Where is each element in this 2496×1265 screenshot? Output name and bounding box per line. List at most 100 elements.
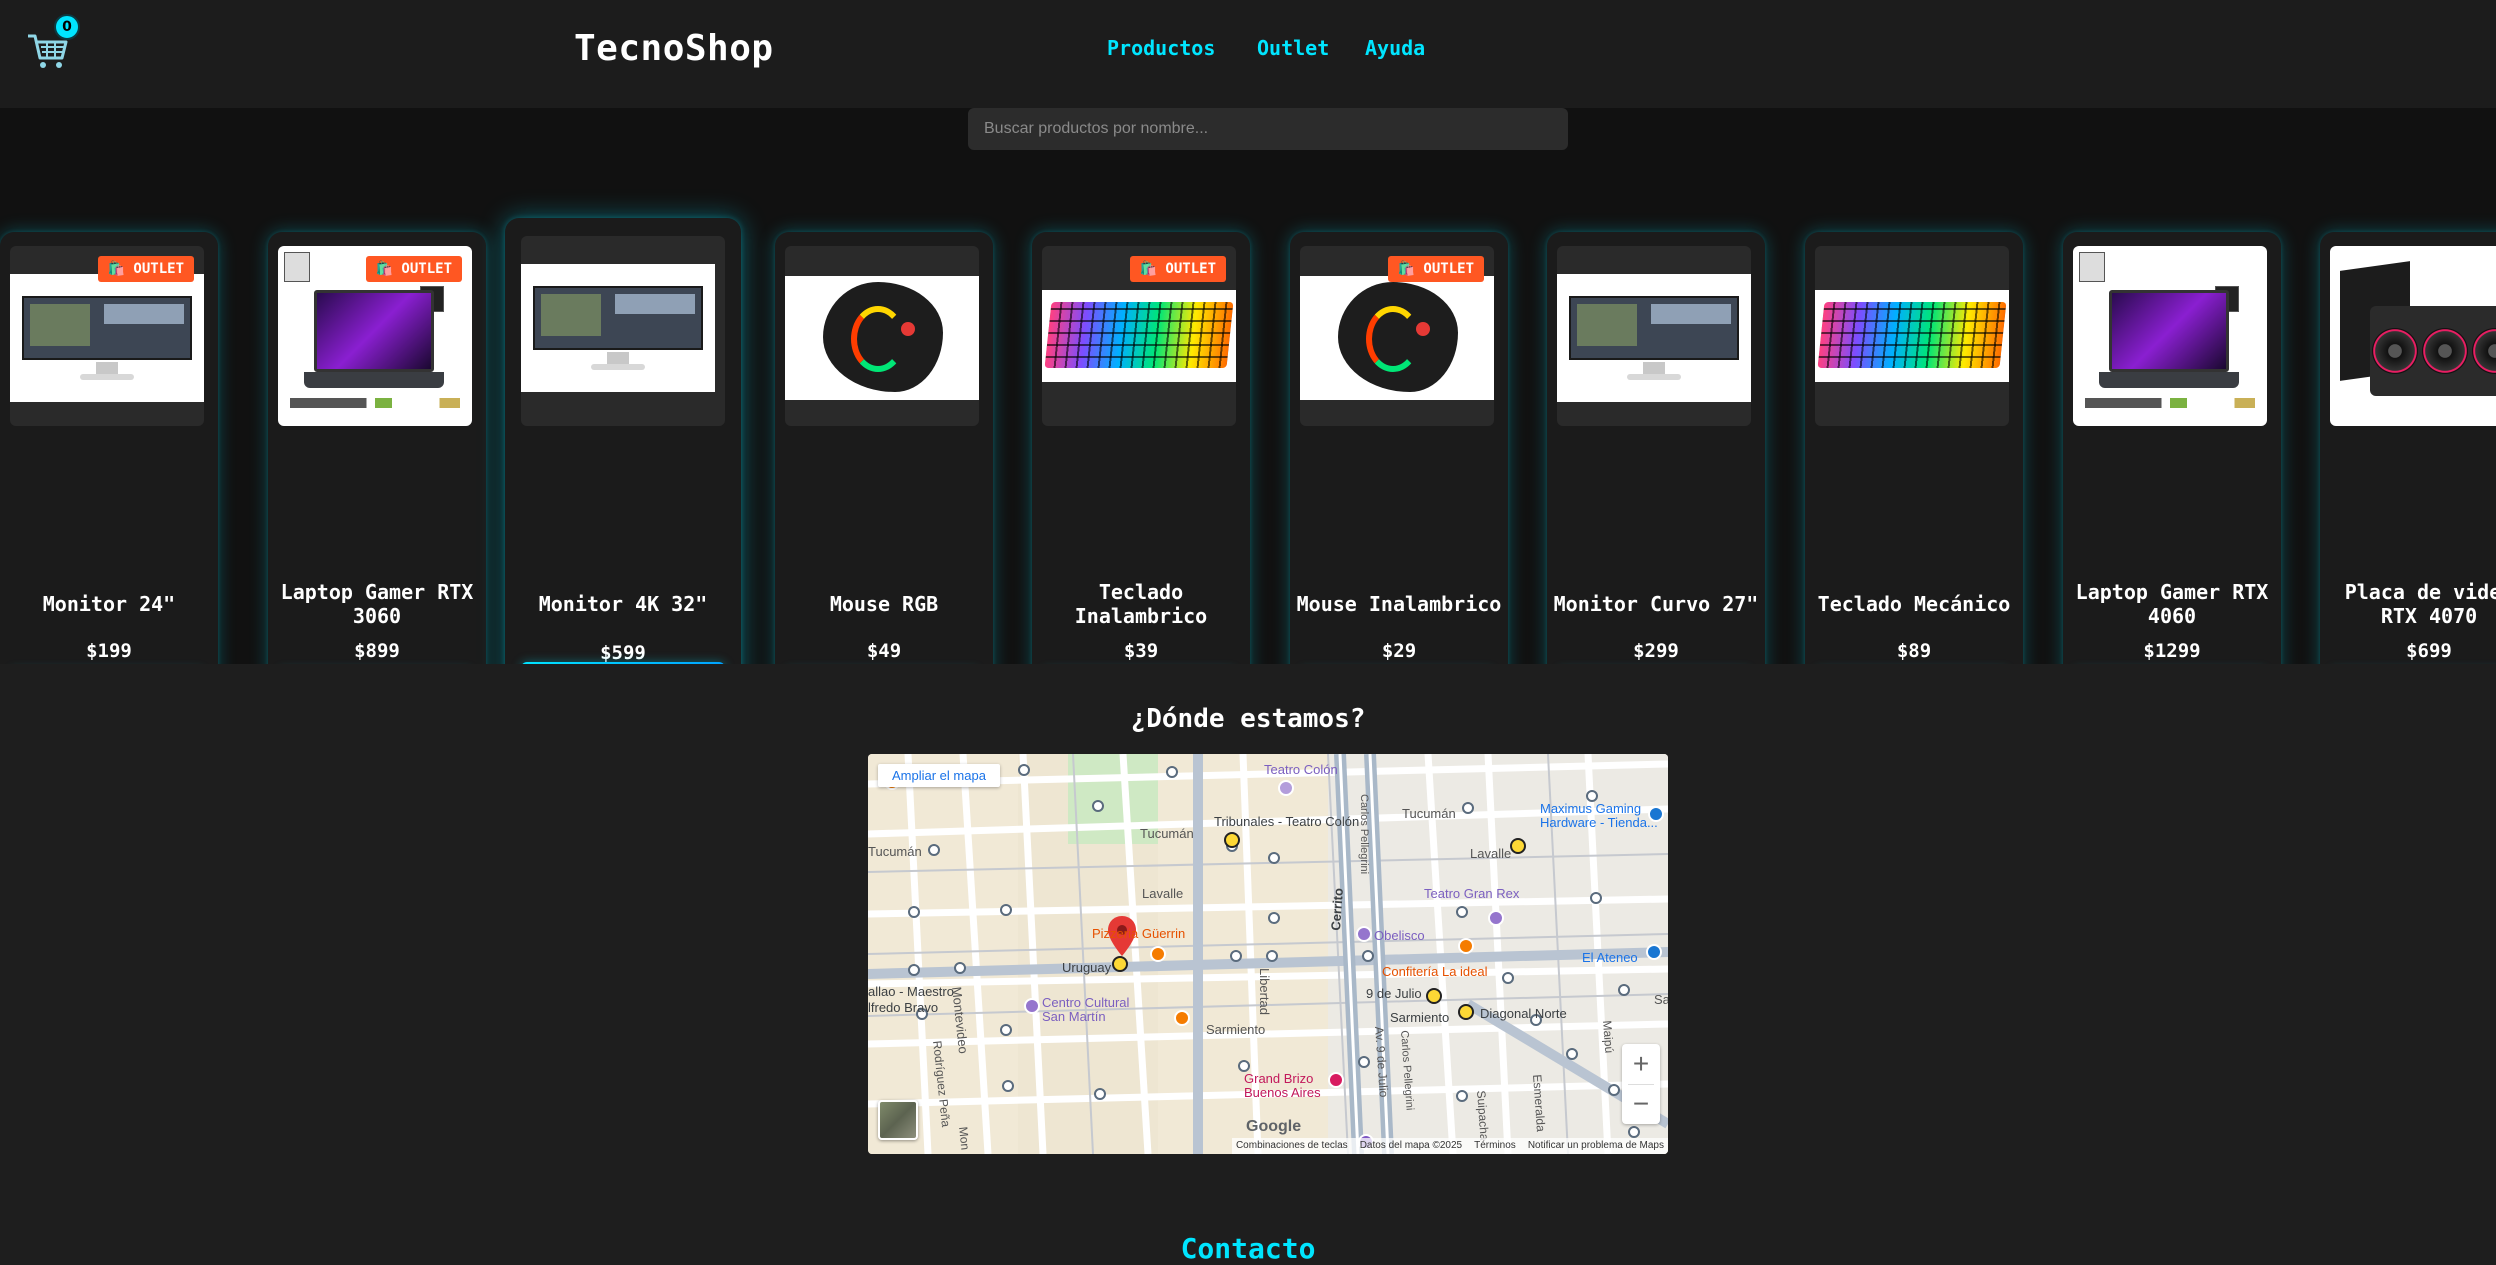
transit-icon bbox=[1362, 950, 1374, 962]
product-price: $199 bbox=[86, 640, 132, 662]
outlet-badge: 🛍️ OUTLET bbox=[1387, 256, 1484, 282]
product-image[interactable] bbox=[1557, 246, 1751, 426]
map-label-pizzeria: Pizzeria Güerrin bbox=[1092, 926, 1186, 941]
map-label-sarmiento: Sarmiento bbox=[1390, 1010, 1450, 1025]
transit-icon bbox=[1000, 1024, 1012, 1036]
product-card[interactable]: Mouse RGB$49AGREGAR AL CARRITO bbox=[775, 232, 993, 664]
product-image[interactable]: 🛍️ OUTLET bbox=[1042, 246, 1236, 426]
product-carousel[interactable]: 🛍️ OUTLET Monitor 24" $199 AGREGAR AL CARRI… bbox=[0, 108, 2496, 664]
map-embed[interactable]: Teatro Colón Tribunales - Teatro Colón T… bbox=[868, 754, 1668, 1154]
map-label-maipu: Maipú bbox=[1600, 1020, 1617, 1054]
zoom-controls: + − bbox=[1622, 1044, 1660, 1124]
restaurant-icon bbox=[1174, 1010, 1190, 1026]
product-card[interactable]: Monitor Curvo 27"$299AGREGAR AL CARRITO bbox=[1547, 232, 1765, 664]
product-card[interactable]: 🛍️ OUTLETTeclado Inalambrico$39AGREGAR A… bbox=[1032, 232, 1250, 664]
map-label-confiteria: Confitería La ideal bbox=[1382, 964, 1488, 979]
product-price: $39 bbox=[1123, 640, 1159, 662]
google-logo: Google bbox=[1246, 1118, 1302, 1135]
theater-icon bbox=[1488, 910, 1504, 926]
product-price: $699 bbox=[2406, 640, 2452, 662]
product-price: $89 bbox=[1896, 640, 1932, 662]
landmark-icon bbox=[1356, 926, 1372, 942]
product-card[interactable]: 🛍️ OUTLETMonitor 24"$199AGREGAR AL CARRI… bbox=[0, 232, 218, 664]
product-name: Monitor 24" bbox=[42, 592, 176, 616]
products-section: 🛍️ OUTLET Monitor 24" $199 AGREGAR AL CARRI… bbox=[0, 108, 2496, 664]
map-label-tucuman: Tucumán bbox=[1140, 826, 1194, 841]
map-label-sa: Sa bbox=[1654, 992, 1668, 1007]
report-problem-link[interactable]: Notificar un problema de Maps bbox=[1528, 1140, 1664, 1152]
transit-icon bbox=[1268, 912, 1280, 924]
transit-icon bbox=[1018, 764, 1030, 776]
product-name: Mouse Inalambrico bbox=[1296, 592, 1502, 616]
map-label-centro-cultural: Centro Cultural San Martín bbox=[1042, 995, 1130, 1024]
monitor-image bbox=[10, 274, 204, 402]
map-label-diagonal-norte: Diagonal Norte bbox=[1480, 1006, 1567, 1021]
add-to-cart-button[interactable]: AGREGAR AL CARRITO bbox=[521, 662, 725, 664]
transit-icon bbox=[1590, 892, 1602, 904]
transit-icon bbox=[908, 906, 920, 918]
satellite-toggle[interactable] bbox=[878, 1100, 918, 1140]
zoom-out-button[interactable]: − bbox=[1622, 1084, 1660, 1124]
gpu-image bbox=[2330, 246, 2496, 426]
transit-icon bbox=[1566, 1048, 1578, 1060]
terms-link[interactable]: Términos bbox=[1474, 1140, 1516, 1152]
transit-icon bbox=[1608, 1084, 1620, 1096]
product-card[interactable]: 🛍️ OUTLETMouse Inalambrico$29AGREGAR AL … bbox=[1290, 232, 1508, 664]
product-card[interactable]: Laptop Gamer RTX 4060$1299AGREGAR AL CAR… bbox=[2063, 232, 2281, 664]
product-price: $299 bbox=[1633, 640, 1679, 662]
transit-icon bbox=[1266, 950, 1278, 962]
product-card[interactable]: Placa de video RTX 4070$699AGREGAR AL CA… bbox=[2320, 232, 2496, 664]
map-label-carlos-pellegrini: Carlos Pellegrini bbox=[1358, 794, 1370, 875]
outlet-badge: 🛍️ OUTLET bbox=[1129, 256, 1226, 282]
map-label-el-ateneo: El Ateneo bbox=[1582, 950, 1638, 965]
product-card[interactable]: Monitor 4K 32" $599AGREGAR AL CARRITO bbox=[505, 218, 741, 664]
map-label-mon: Mon bbox=[956, 1126, 973, 1151]
keyboard-shortcuts-link[interactable]: Combinaciones de teclas bbox=[1236, 1140, 1348, 1152]
product-name: Teclado Inalambrico bbox=[1074, 580, 1208, 628]
product-card[interactable]: 🛍️ OUTLETLaptop Gamer RTX 3060$899AGREGA… bbox=[268, 232, 486, 664]
laptop-image bbox=[2073, 246, 2267, 426]
product-image[interactable]: 🛍️ OUTLET bbox=[278, 246, 472, 426]
cart-count-badge: 0 bbox=[54, 14, 80, 40]
transit-icon bbox=[1628, 1126, 1640, 1138]
product-image[interactable] bbox=[2330, 246, 2496, 426]
zoom-in-button[interactable]: + bbox=[1622, 1044, 1660, 1084]
product-image[interactable] bbox=[1815, 246, 2009, 426]
product-image[interactable]: 🛍️ OUTLET bbox=[10, 246, 204, 426]
subway-icon bbox=[1510, 838, 1526, 854]
monitor-image bbox=[521, 264, 715, 392]
product-image[interactable]: 🛍️ OUTLET bbox=[1300, 246, 1494, 426]
subway-icon bbox=[1426, 988, 1442, 1004]
location-title: ¿Dónde estamos? bbox=[1130, 704, 1366, 734]
expand-map-link[interactable]: Ampliar el mapa bbox=[878, 764, 1000, 787]
search-input[interactable] bbox=[968, 108, 1568, 150]
nav-productos[interactable]: Productos bbox=[1107, 36, 1215, 60]
transit-icon bbox=[1358, 1056, 1370, 1068]
subway-icon bbox=[1224, 832, 1240, 848]
transit-icon bbox=[1166, 766, 1178, 778]
product-image[interactable] bbox=[2073, 246, 2267, 426]
brand-logo[interactable]: TecnoShop bbox=[574, 28, 774, 69]
product-price: $899 bbox=[354, 640, 400, 662]
product-card[interactable]: Teclado Mecánico$89AGREGAR AL CARRITO bbox=[1805, 232, 2023, 664]
map-label-grand-brizo: Grand Brizo Buenos Aires bbox=[1244, 1071, 1321, 1100]
map-label-maximus-gaming: Maximus Gaming Hardware - Tienda... bbox=[1540, 801, 1658, 830]
product-image[interactable] bbox=[521, 236, 725, 426]
transit-icon bbox=[1002, 1080, 1014, 1092]
transit-icon bbox=[1000, 904, 1012, 916]
nav-ayuda[interactable]: Ayuda bbox=[1365, 36, 1425, 60]
product-image[interactable] bbox=[785, 246, 979, 426]
transit-icon bbox=[908, 964, 920, 976]
map-label-teatro-colon: Teatro Colón bbox=[1264, 762, 1338, 777]
product-name: Mouse RGB bbox=[829, 592, 939, 616]
product-price: $599 bbox=[600, 642, 646, 664]
map-attribution: Combinaciones de teclas Datos del mapa ©… bbox=[1231, 1138, 1668, 1154]
map-label-lavalle: Lavalle bbox=[1470, 846, 1512, 861]
transit-icon bbox=[1456, 906, 1468, 918]
transit-icon bbox=[1094, 1088, 1106, 1100]
map-label-tribunales: Tribunales - Teatro Colón bbox=[1214, 814, 1360, 829]
nav-outlet[interactable]: Outlet bbox=[1257, 36, 1329, 60]
product-price: $49 bbox=[866, 640, 902, 662]
subway-icon bbox=[1112, 956, 1128, 972]
product-name: Monitor Curvo 27" bbox=[1553, 592, 1759, 616]
